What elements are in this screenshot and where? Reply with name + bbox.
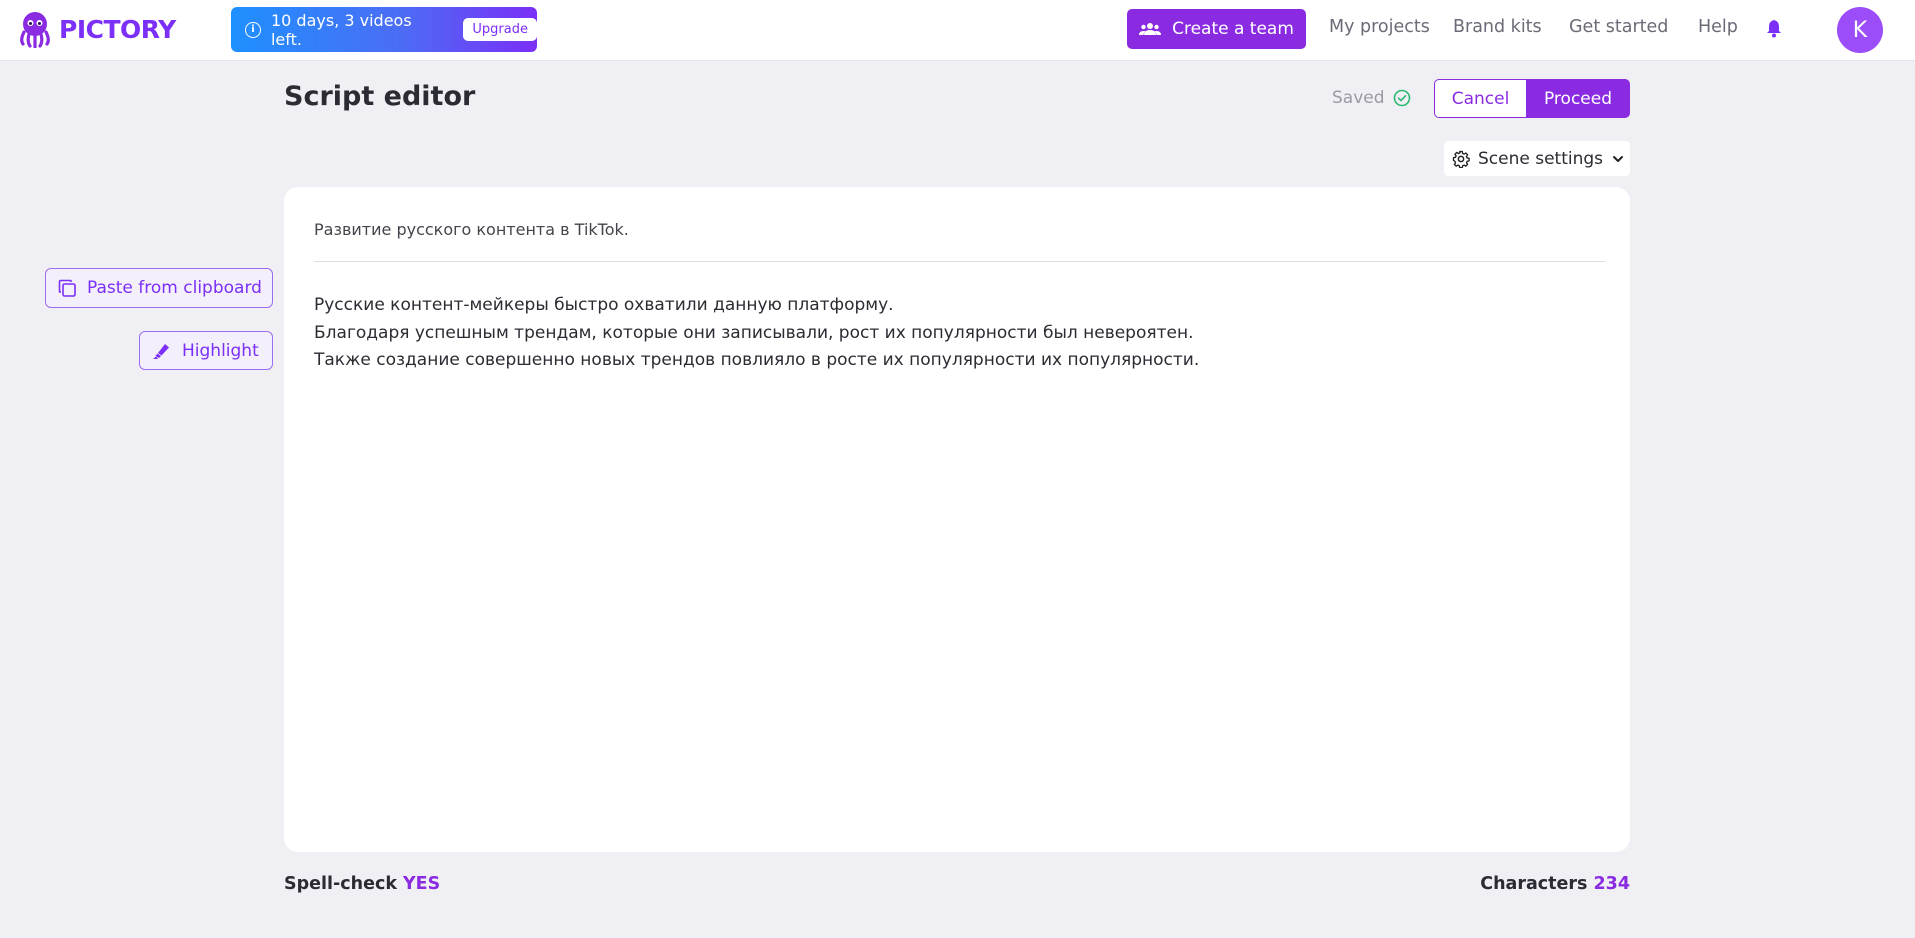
info-icon: i [245, 21, 261, 38]
scene-settings-label: Scene settings [1478, 148, 1604, 169]
copy-icon [58, 279, 76, 297]
create-team-button[interactable]: Create a team [1127, 9, 1306, 49]
create-team-label: Create a team [1172, 19, 1294, 39]
characters-value: 234 [1593, 874, 1630, 894]
page-title: Script editor [284, 81, 476, 112]
brand-name: PICTORY [59, 14, 176, 44]
nav-my-projects[interactable]: My projects [1329, 17, 1430, 37]
script-line[interactable]: Благодаря успешным трендам, которые они … [314, 320, 1199, 348]
nav-brand-kits[interactable]: Brand kits [1453, 17, 1542, 37]
script-line[interactable]: Также создание совершенно новых трендов … [314, 347, 1199, 375]
paste-label: Paste from clipboard [87, 278, 262, 298]
avatar[interactable]: K [1837, 7, 1883, 53]
saved-status: Saved [1332, 88, 1411, 108]
logo[interactable]: PICTORY [17, 9, 176, 49]
script-line[interactable]: Русские контент-мейкеры быстро охватили … [314, 292, 1199, 320]
highlight-button[interactable]: Highlight [139, 331, 273, 370]
saved-label: Saved [1332, 88, 1385, 108]
highlight-label: Highlight [182, 340, 259, 361]
script-editor[interactable]: Развитие русского контента в TikTok. Рус… [284, 187, 1630, 852]
top-navbar: PICTORY i 10 days, 3 videos left. Upgrad… [0, 0, 1915, 61]
script-title[interactable]: Развитие русского контента в TikTok. [314, 220, 629, 239]
proceed-button[interactable]: Proceed [1526, 79, 1630, 118]
team-icon [1139, 23, 1162, 35]
nav-help[interactable]: Help [1698, 17, 1738, 37]
divider [314, 261, 1605, 262]
trial-text: 10 days, 3 videos left. [270, 10, 412, 49]
gear-icon [1452, 150, 1470, 168]
spell-check-status: Spell-check YES [284, 874, 440, 894]
spell-check-value[interactable]: YES [403, 874, 440, 894]
cancel-button[interactable]: Cancel [1434, 79, 1527, 118]
check-circle-icon [1393, 89, 1410, 107]
chevron-down-icon [1613, 155, 1624, 162]
spell-check-label: Spell-check [284, 874, 397, 894]
scene-settings-dropdown[interactable]: Scene settings [1444, 141, 1630, 176]
characters-label: Characters [1480, 874, 1588, 894]
octopus-logo-icon [20, 12, 50, 48]
bell-icon[interactable] [1765, 18, 1783, 38]
upgrade-button[interactable]: Upgrade [463, 18, 537, 41]
character-count: Characters 234 [1480, 874, 1630, 894]
highlighter-icon [153, 343, 169, 359]
paste-from-clipboard-button[interactable]: Paste from clipboard [45, 268, 273, 308]
trial-banner: i 10 days, 3 videos left. Upgrade [231, 7, 537, 52]
nav-get-started[interactable]: Get started [1569, 17, 1668, 37]
script-body[interactable]: Русские контент-мейкеры быстро охватили … [314, 292, 1199, 375]
